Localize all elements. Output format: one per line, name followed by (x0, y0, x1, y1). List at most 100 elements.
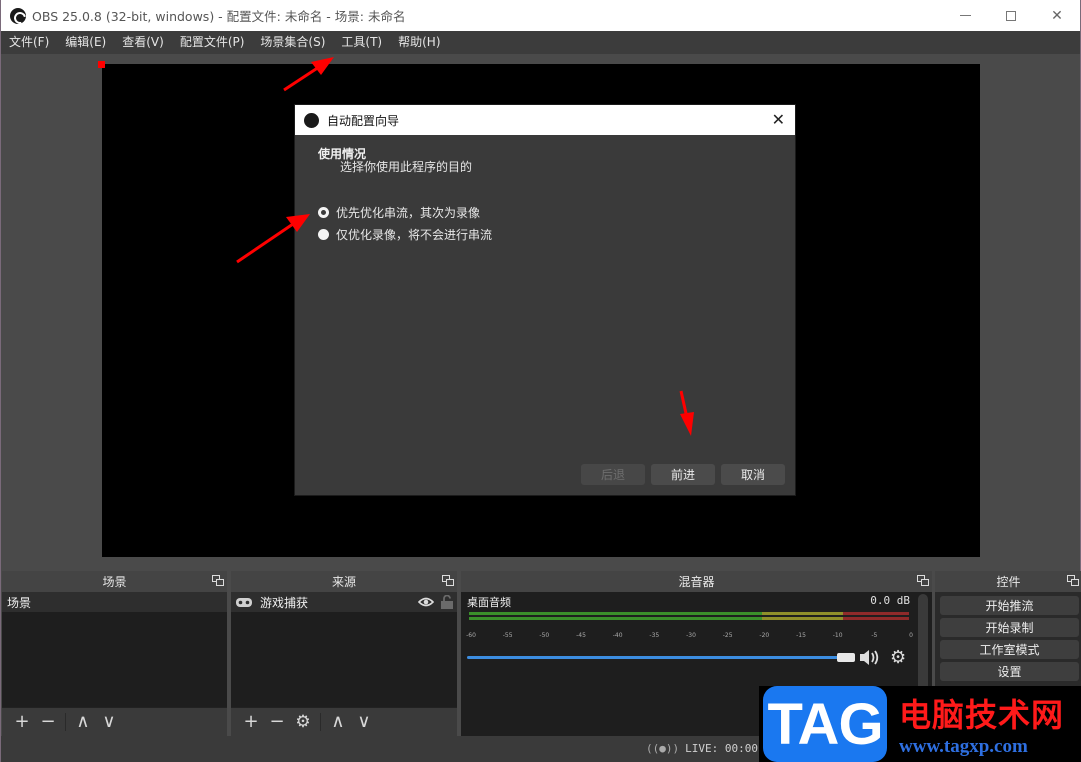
source-item-label: 游戏捕获 (260, 595, 309, 610)
visibility-eye-icon[interactable] (418, 597, 434, 607)
broadcast-icon: ((●)) (646, 742, 680, 755)
meter-tick-label: -50 (539, 632, 550, 639)
move-source-down-button[interactable]: ∨ (351, 712, 377, 732)
obs-logo-icon (304, 112, 319, 128)
float-dock-icon[interactable] (442, 575, 454, 586)
radio-button[interactable] (318, 229, 329, 240)
menu-tools[interactable]: 工具(T) (333, 31, 390, 54)
title-bar: OBS 25.0.8 (32-bit, windows) - 配置文件: 未命名… (1, 0, 1080, 31)
scenes-toolbar: + − ∧ ∨ (2, 707, 227, 736)
meter-tick-label: -5 (871, 632, 878, 639)
start-recording-button[interactable]: 开始录制 (940, 618, 1079, 637)
controls-dock-title: 控件 (996, 575, 1021, 589)
scenes-dock-header: 场景 (2, 571, 227, 592)
minimize-icon (959, 15, 971, 16)
add-source-button[interactable]: + (238, 712, 264, 732)
meter-tick-label: 0 (909, 632, 913, 639)
mixer-settings-gear-icon[interactable]: ⚙ (890, 647, 906, 668)
meter-scale: -60 -55 -50 -45 -40 -35 -30 -25 -20 -15 -10 -5 0 (466, 632, 913, 642)
studio-mode-button[interactable]: 工作室模式 (940, 640, 1079, 659)
meter-tick-label: -35 (649, 632, 660, 639)
source-properties-gear-icon[interactable]: ⚙ (290, 712, 316, 732)
scenes-dock-title: 场景 (102, 575, 127, 589)
meter-tick-label: -30 (686, 632, 696, 639)
channel-name: 桌面音频 (467, 596, 511, 609)
settings-button[interactable]: 设置 (940, 662, 1079, 681)
menu-scene-collection[interactable]: 场景集合(S) (252, 31, 333, 54)
remove-scene-button[interactable]: − (35, 712, 61, 732)
menu-profile[interactable]: 配置文件(P) (172, 31, 253, 54)
dialog-title-bar: 自动配置向导 ✕ (295, 105, 795, 135)
controls-dock-header: 控件 (935, 571, 1081, 592)
sources-dock: 来源 游戏捕获 + − ⚙ ∧ ∨ (231, 571, 457, 736)
meter-tick-label: -45 (576, 632, 586, 639)
watermark-url: www.tagxp.com (899, 736, 1028, 757)
dialog-close-button[interactable]: ✕ (772, 110, 785, 129)
close-icon: ✕ (1051, 7, 1063, 24)
meter-tick-label: -40 (612, 632, 623, 639)
menu-file[interactable]: 文件(F) (1, 31, 57, 54)
volume-slider-handle[interactable] (837, 653, 855, 662)
scene-item[interactable]: 场景 (2, 592, 227, 612)
start-streaming-button[interactable]: 开始推流 (940, 596, 1079, 615)
preview-corner-marker (98, 61, 105, 68)
sources-list: 游戏捕获 + − ⚙ ∧ ∨ (231, 592, 457, 736)
menu-bar: 文件(F) 编辑(E) 查看(V) 配置文件(P) 场景集合(S) 工具(T) … (1, 31, 1080, 54)
scene-item-label: 场景 (7, 595, 32, 610)
scenes-list: 场景 + − ∧ ∨ (2, 592, 227, 736)
move-scene-down-button[interactable]: ∨ (96, 712, 122, 732)
meter-tick-label: -55 (502, 632, 513, 639)
scenes-dock: 场景 场景 + − ∧ ∨ (2, 571, 227, 736)
volume-meter-left (469, 612, 909, 615)
minimize-button[interactable] (942, 0, 988, 31)
obs-logo-icon (10, 7, 26, 24)
toolbar-divider (320, 713, 321, 731)
meter-tick-label: -25 (722, 632, 733, 639)
add-scene-button[interactable]: + (9, 712, 35, 732)
watermark-tag-logo: TAG (763, 686, 887, 762)
option-optimize-recording[interactable]: 仅优化录像，将不会进行串流 (318, 226, 492, 243)
next-button[interactable]: 前进 (651, 464, 715, 485)
source-item[interactable]: 游戏捕获 (231, 592, 457, 612)
volume-meter-right (469, 617, 909, 620)
option-label: 仅优化录像，将不会进行串流 (336, 228, 493, 242)
meter-tick-label: -10 (832, 632, 843, 639)
dialog-subheading: 选择你使用此程序的目的 (340, 160, 473, 174)
sources-toolbar: + − ⚙ ∧ ∨ (231, 707, 457, 736)
meter-tick-label: -20 (759, 632, 770, 639)
remove-source-button[interactable]: − (264, 712, 290, 732)
watermark-overlay: TAG 电脑技术网 www.tagxp.com (759, 686, 1081, 762)
channel-db-level: 0.0 dB (870, 594, 910, 607)
float-dock-icon[interactable] (212, 575, 224, 586)
cancel-button[interactable]: 取消 (721, 464, 785, 485)
menu-view[interactable]: 查看(V) (114, 31, 172, 54)
float-dock-icon[interactable] (917, 575, 929, 586)
menu-edit[interactable]: 编辑(E) (57, 31, 114, 54)
move-scene-up-button[interactable]: ∧ (70, 712, 96, 732)
dialog-title: 自动配置向导 (327, 113, 400, 128)
window-title: OBS 25.0.8 (32-bit, windows) - 配置文件: 未命名… (32, 9, 406, 24)
toolbar-divider (65, 713, 66, 731)
sources-dock-title: 来源 (331, 575, 356, 589)
option-label: 优先优化串流，其次为录像 (336, 206, 481, 220)
gamepad-icon (236, 597, 252, 607)
speaker-volume-icon[interactable] (859, 649, 881, 666)
obs-main-window: OBS 25.0.8 (32-bit, windows) - 配置文件: 未命名… (0, 0, 1081, 762)
float-dock-icon[interactable] (1067, 575, 1079, 586)
back-button[interactable]: 后退 (581, 464, 645, 485)
meter-tick-label: -60 (466, 632, 476, 639)
sources-dock-header: 来源 (231, 571, 457, 592)
option-optimize-streaming[interactable]: 优先优化串流，其次为录像 (318, 204, 480, 221)
menu-help[interactable]: 帮助(H) (390, 31, 448, 54)
auto-config-wizard-dialog: 自动配置向导 ✕ 使用情况 选择你使用此程序的目的 优先优化串流，其次为录像 仅… (294, 104, 796, 496)
mixer-dock-title: 混音器 (678, 575, 715, 589)
maximize-icon (1006, 10, 1016, 21)
unlock-icon[interactable] (441, 595, 453, 609)
close-button[interactable]: ✕ (1034, 0, 1080, 31)
move-source-up-button[interactable]: ∧ (325, 712, 351, 732)
volume-slider-track[interactable] (467, 656, 852, 659)
mixer-dock-header: 混音器 (461, 571, 932, 592)
radio-button-selected[interactable] (318, 207, 329, 218)
meter-tick-label: -15 (796, 632, 806, 639)
maximize-button[interactable] (988, 0, 1034, 31)
